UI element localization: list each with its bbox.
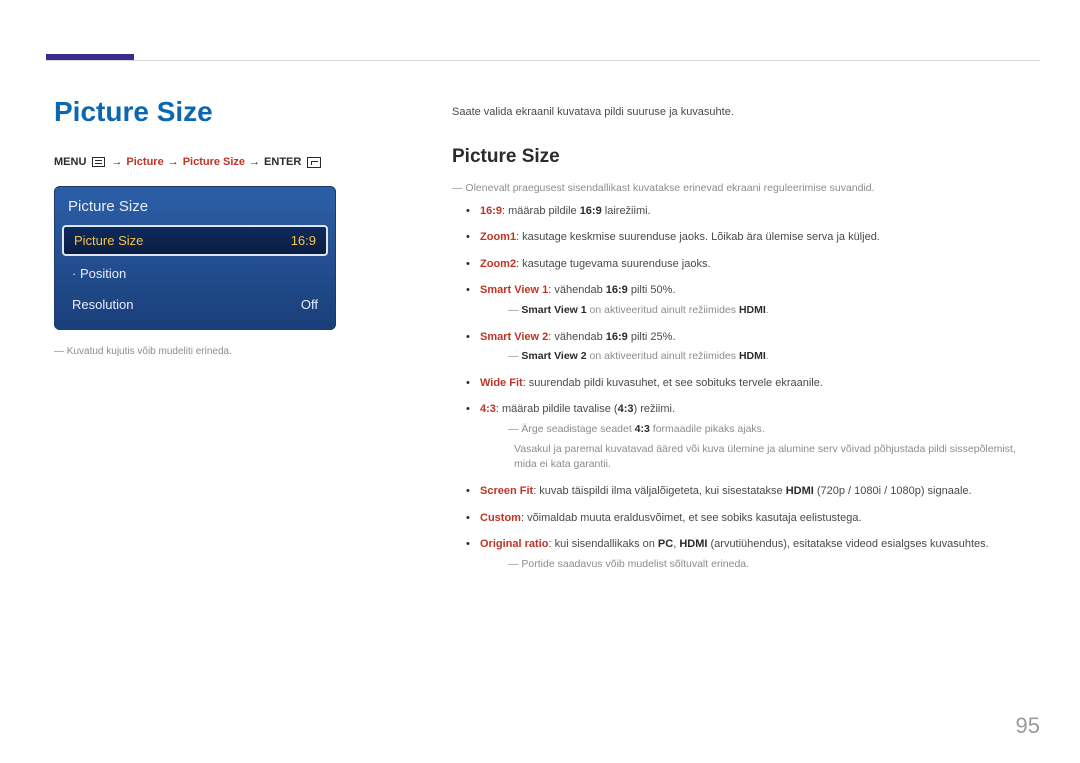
osd-row-picture-size[interactable]: Picture Size 16:9	[62, 225, 328, 256]
page-number: 95	[1016, 713, 1040, 739]
sub-text: formaadile pikaks ajaks.	[650, 423, 765, 435]
list-item: Original ratio: kui sisendallikaks on PC…	[452, 536, 1028, 572]
option-text: : määrab pildile tavalise (	[496, 403, 618, 415]
breadcrumb-menu: MENU	[54, 156, 86, 168]
right-column: Saate valida ekraanil kuvatava pildi suu…	[452, 104, 1028, 582]
osd-panel: Picture Size Picture Size 16:9 · Positio…	[54, 186, 336, 330]
sub-bold: HDMI	[739, 304, 766, 316]
option-lead: Zoom1	[480, 231, 516, 243]
option-text: : kasutage tugevama suurenduse jaoks.	[516, 258, 710, 270]
option-tail: lairežiimi.	[602, 205, 651, 217]
sub-bold: HDMI	[739, 350, 766, 362]
option-lead: Zoom2	[480, 258, 516, 270]
sub-note: Smart View 1 on aktiveeritud ainult reži…	[508, 303, 1028, 319]
sub-text: Ärge seadistage seadet	[521, 423, 634, 435]
breadcrumb-arrow: →	[111, 156, 122, 168]
breadcrumb-arrow: →	[249, 156, 260, 168]
breadcrumb-picture-size: Picture Size	[183, 156, 245, 168]
enter-icon	[307, 157, 321, 168]
osd-row-resolution[interactable]: Resolution Off	[62, 291, 328, 318]
list-item: Custom: võimaldab muuta eraldusvõimet, e…	[452, 510, 1028, 527]
left-column: Picture Size MENU → Picture → Picture Si…	[54, 96, 384, 357]
list-item: Smart View 2: vähendab 16:9 pilti 25%. S…	[452, 329, 1028, 365]
sub-bold: Smart View 1	[521, 304, 586, 316]
option-bold: 16:9	[606, 331, 628, 343]
list-item: Smart View 1: vähendab 16:9 pilti 50%. S…	[452, 282, 1028, 318]
option-bold: HDMI	[786, 485, 814, 497]
osd-row-label: Resolution	[72, 297, 133, 312]
sub-bold: Smart View 2	[521, 350, 586, 362]
list-item: 16:9: määrab pildile 16:9 lairežiimi.	[452, 203, 1028, 220]
sub-note: Ärge seadistage seadet 4:3 formaadile pi…	[508, 422, 1028, 438]
osd-row-value: 16:9	[291, 233, 316, 248]
list-item: Wide Fit: suurendab pildi kuvasuhet, et …	[452, 375, 1028, 392]
option-text: : vähendab	[548, 284, 606, 296]
intro-text: Saate valida ekraanil kuvatava pildi suu…	[452, 104, 1028, 121]
sub-text: on aktiveeritud ainult režiimides	[587, 304, 739, 316]
sub-text: .	[766, 304, 769, 316]
sub-text: .	[766, 350, 769, 362]
option-lead: Custom	[480, 512, 521, 524]
breadcrumb-arrow: →	[168, 156, 179, 168]
option-lead: Wide Fit	[480, 377, 523, 389]
option-lead: Screen Fit	[480, 485, 533, 497]
osd-title: Picture Size	[62, 194, 328, 225]
section-note: Olenevalt praegusest sisendallikast kuva…	[452, 181, 1028, 197]
section-heading: Picture Size	[452, 143, 1028, 172]
list-item: Zoom1: kasutage keskmise suurenduse jaok…	[452, 229, 1028, 246]
list-item: Screen Fit: kuvab täispildi ilma väljalõ…	[452, 483, 1028, 500]
osd-footnote: Kuvatud kujutis võib mudeliti erineda.	[54, 346, 384, 357]
option-bold: HDMI	[679, 538, 707, 550]
option-lead: Smart View 1	[480, 284, 548, 296]
sub-note: Portide saadavus võib mudelist sõltuvalt…	[508, 557, 1028, 573]
osd-row-label: Picture Size	[74, 233, 143, 248]
osd-row-position[interactable]: · Position	[62, 260, 328, 287]
option-lead: Original ratio	[480, 538, 548, 550]
sub-note-long: Vasakul ja paremal kuvatavad ääred või k…	[480, 442, 1028, 474]
option-tail: pilti 50%.	[628, 284, 676, 296]
sub-bold: 4:3	[635, 423, 650, 435]
breadcrumb-enter: ENTER	[264, 156, 301, 168]
option-lead: 16:9	[480, 205, 502, 217]
option-tail: (720p / 1080i / 1080p) signaale.	[814, 485, 972, 497]
option-text: : suurendab pildi kuvasuhet, et see sobi…	[523, 377, 823, 389]
menu-icon	[92, 157, 105, 167]
option-text: : kasutage keskmise suurenduse jaoks. Lõ…	[516, 231, 880, 243]
option-bold: PC	[658, 538, 673, 550]
option-list: 16:9: määrab pildile 16:9 lairežiimi. Zo…	[452, 203, 1028, 573]
option-bold: 16:9	[606, 284, 628, 296]
option-text: : määrab pildile	[502, 205, 580, 217]
option-lead: Smart View 2	[480, 331, 548, 343]
option-bold: 16:9	[580, 205, 602, 217]
option-bold: 4:3	[618, 403, 634, 415]
list-item: 4:3: määrab pildile tavalise (4:3) režii…	[452, 401, 1028, 473]
option-lead: 4:3	[480, 403, 496, 415]
breadcrumb-picture: Picture	[126, 156, 163, 168]
option-text: : vähendab	[548, 331, 606, 343]
breadcrumb: MENU → Picture → Picture Size → ENTER	[54, 156, 384, 168]
sub-note: Smart View 2 on aktiveeritud ainult reži…	[508, 349, 1028, 365]
sub-text: on aktiveeritud ainult režiimides	[587, 350, 739, 362]
header-divider	[46, 60, 1040, 61]
option-text: : kuvab täispildi ilma väljalõigeteta, k…	[533, 485, 786, 497]
osd-row-value: Off	[301, 297, 318, 312]
option-text: : võimaldab muuta eraldusvõimet, et see …	[521, 512, 862, 524]
list-item: Zoom2: kasutage tugevama suurenduse jaok…	[452, 256, 1028, 273]
osd-row-label: · Position	[72, 266, 126, 281]
option-tail: ) režiimi.	[633, 403, 675, 415]
option-text: : kui sisendallikaks on	[548, 538, 657, 550]
option-tail: pilti 25%.	[628, 331, 676, 343]
page-title: Picture Size	[54, 96, 384, 128]
option-tail: (arvutiühendus), esitatakse videod esial…	[707, 538, 988, 550]
